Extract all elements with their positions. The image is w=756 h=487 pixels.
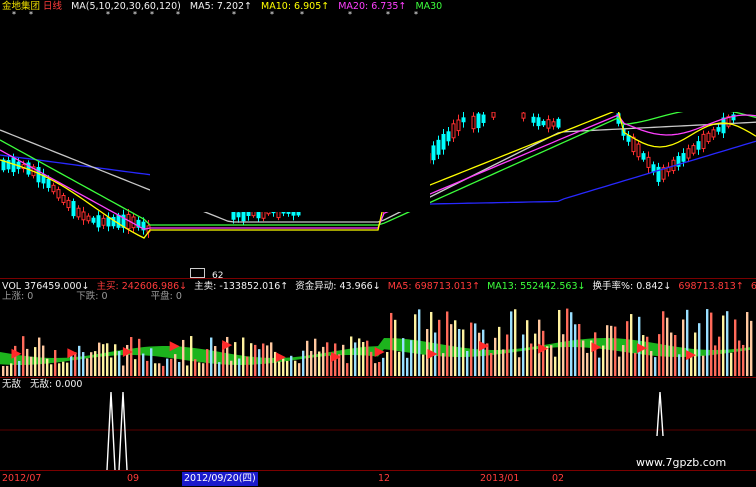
watermark-text: www.7gpzb.com (636, 456, 727, 469)
date-label-6: 02 (552, 473, 565, 484)
stock-chart-window: 金地集团 日线 MA(5,10,20,30,60,120) MA5: 7.202… (0, 0, 756, 487)
date-label-4: 12 (378, 473, 391, 484)
indicator-panel[interactable] (0, 0, 756, 487)
date-label-2: 09 (127, 473, 140, 484)
signal-spike (106, 391, 116, 471)
date-label-5: 2013/01 (480, 473, 520, 484)
signal-spike (656, 391, 664, 437)
signal-spike (118, 391, 128, 471)
date-cursor-label[interactable]: 2012/09/20(四) (182, 472, 258, 486)
date-label-1: 2012/07 (2, 473, 42, 484)
